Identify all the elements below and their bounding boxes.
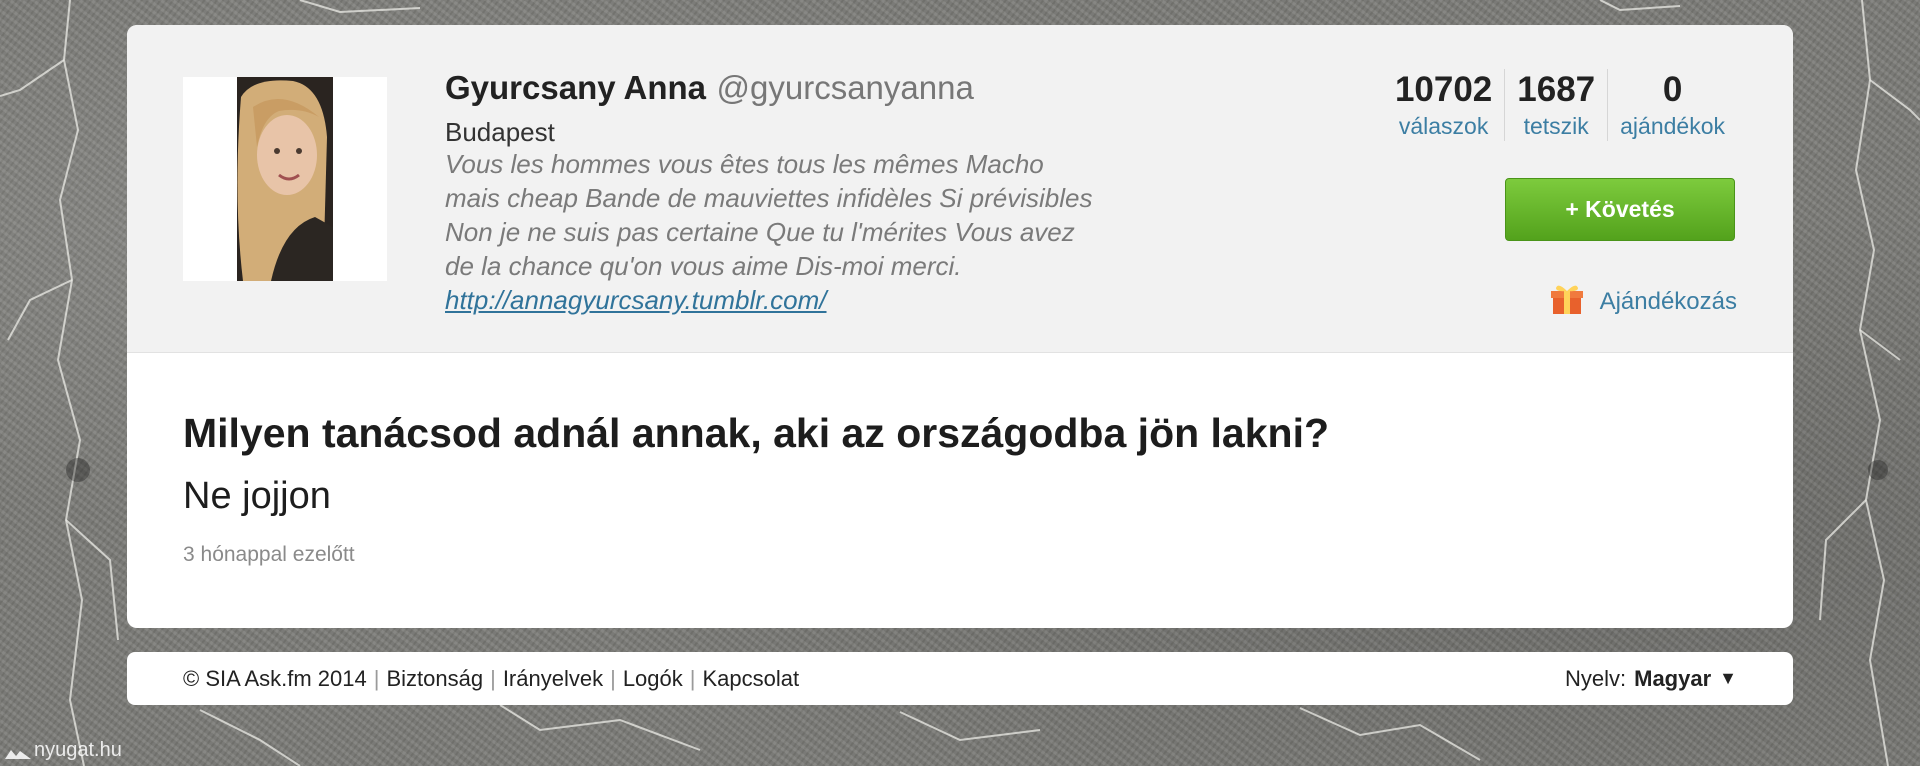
watermark-text: nyugat.hu <box>34 739 122 761</box>
answer-text: Ne jojjon <box>183 475 331 517</box>
bio: Vous les hommes vous êtes tous les mêmes… <box>445 147 1165 317</box>
bio-line: Vous les hommes vous êtes tous les mêmes… <box>445 149 1044 179</box>
watermark: nyugat.hu <box>4 739 122 762</box>
footer-link-safety[interactable]: Biztonság <box>386 666 483 692</box>
separator: | <box>610 665 616 691</box>
copyright: © SIA Ask.fm 2014 <box>183 665 367 691</box>
chevron-down-icon: ▼ <box>1719 668 1737 688</box>
stat-answers[interactable]: 10702 válaszok <box>1383 69 1504 141</box>
name-line: Gyurcsany Anna @gyurcsanyanna <box>445 69 974 107</box>
username: @gyurcsanyanna <box>716 69 974 106</box>
follow-button[interactable]: + Követés <box>1505 178 1735 241</box>
profile-stats: 10702 válaszok 1687 tetszik 0 ajándékok <box>1383 69 1737 141</box>
language-value: Magyar <box>1634 665 1712 691</box>
footer-link-guidelines[interactable]: Irányelvek <box>503 666 603 692</box>
profile-header: Gyurcsany Anna @gyurcsanyanna Budapest V… <box>127 25 1793 353</box>
question-text: Milyen tanácsod adnál annak, aki az orsz… <box>183 410 1330 456</box>
separator: | <box>490 665 496 691</box>
footer: © SIA Ask.fm 2014 | Biztonság | Irányelv… <box>127 652 1793 705</box>
stat-label: ajándékok <box>1620 113 1725 139</box>
post-timestamp[interactable]: 3 hónappal ezelőtt <box>183 543 355 567</box>
display-name: Gyurcsany Anna <box>445 69 707 106</box>
profile-photo <box>183 77 387 281</box>
gift-label: Ajándékozás <box>1599 287 1737 315</box>
watermark-logo-icon <box>4 744 32 759</box>
footer-links: © SIA Ask.fm 2014 | Biztonság | Irányelv… <box>183 652 799 705</box>
language-label: Nyelv: <box>1565 665 1627 691</box>
stat-gifts[interactable]: 0 ajándékok <box>1607 69 1737 141</box>
stat-value: 10702 <box>1394 70 1493 109</box>
stat-label: tetszik <box>1523 113 1589 139</box>
bio-line: de la chance qu'on vous aime Dis-moi mer… <box>445 251 962 281</box>
stat-value: 0 <box>1662 70 1683 109</box>
separator: | <box>373 665 380 691</box>
stat-value: 1687 <box>1517 70 1596 109</box>
language-selector[interactable]: Nyelv: Magyar ▼ <box>1565 652 1737 705</box>
profile-card: Gyurcsany Anna @gyurcsanyanna Budapest V… <box>127 25 1793 628</box>
footer-link-logos[interactable]: Logók <box>623 666 683 692</box>
gift-icon <box>1550 282 1584 321</box>
bio-line: Non je ne suis pas certaine Que tu l'mér… <box>445 217 1075 247</box>
bio-line: mais cheap Bande de mauviettes infidèles… <box>445 183 1093 213</box>
separator: | <box>689 665 696 691</box>
stat-likes[interactable]: 1687 tetszik <box>1504 69 1607 141</box>
footer-link-contact[interactable]: Kapcsolat <box>702 666 799 692</box>
avatar[interactable] <box>183 77 387 281</box>
gift-button[interactable]: Ajándékozás <box>1550 282 1737 321</box>
stat-label: válaszok <box>1398 113 1489 139</box>
website-link[interactable]: http://annagyurcsany.tumblr.com/ <box>445 283 1165 317</box>
location: Budapest <box>445 117 555 147</box>
